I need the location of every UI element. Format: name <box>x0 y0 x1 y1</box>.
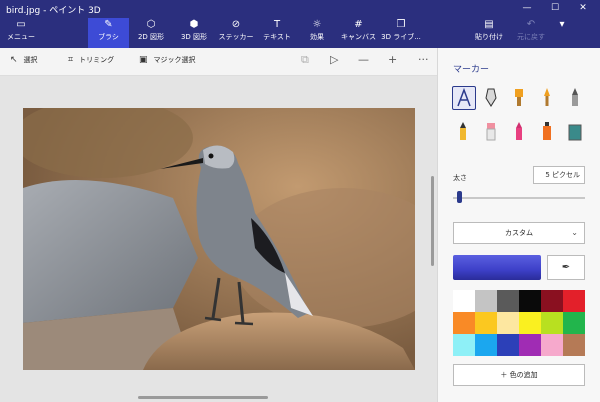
color-swatch[interactable] <box>541 334 563 356</box>
tab-2d-shapes[interactable]: ⬡ 2D 図形 <box>130 18 172 48</box>
watercolor-brush-button[interactable] <box>536 86 560 110</box>
tab-text[interactable]: T テキスト <box>257 18 297 48</box>
tab-stickers[interactable]: ⊘ ステッカー <box>215 18 257 48</box>
eraser-button[interactable] <box>480 120 504 144</box>
cursor-icon: ↖ <box>10 55 18 65</box>
effects-icon: ☼ <box>312 19 322 30</box>
current-color-preview[interactable] <box>453 255 541 280</box>
vertical-scrollbar[interactable] <box>431 176 434 266</box>
magic-select-icon: ▣ <box>139 55 148 65</box>
color-swatch[interactable] <box>475 334 497 356</box>
color-swatch[interactable] <box>519 290 541 312</box>
eraser-icon <box>486 123 496 141</box>
tab-effects[interactable]: ☼ 効果 <box>298 18 336 48</box>
watercolor-brush-icon <box>544 88 550 106</box>
undo-icon: ↶ <box>526 19 536 30</box>
color-swatch[interactable] <box>519 334 541 356</box>
history-icon[interactable]: ⧉ <box>301 53 309 67</box>
tab-canvas[interactable]: # キャンバス <box>337 18 380 48</box>
brush-panel: マーカー 太さ 5 ピクセル カスタム ⌄ ✒ ＋ 色の追加 <box>437 48 600 402</box>
3d-library-icon: ❒ <box>396 19 406 30</box>
color-swatch[interactable] <box>453 290 475 312</box>
oil-brush-button[interactable] <box>508 86 532 110</box>
maximize-button[interactable]: ☐ <box>541 0 569 16</box>
more-dropdown-button[interactable]: ▾ <box>555 18 569 48</box>
menu-button[interactable]: ▭ メニュー <box>0 18 42 48</box>
spray-can-icon <box>543 122 551 140</box>
color-swatch[interactable] <box>497 312 519 334</box>
thickness-slider-thumb[interactable] <box>456 191 462 203</box>
bird-photo[interactable] <box>23 108 415 370</box>
crayon-icon <box>516 122 522 140</box>
tool-options-bar: ↖ 選択 ⌗ トリミング ▣ マジック選択 ⧉ ▷ — + ··· <box>0 48 437 76</box>
color-swatch[interactable] <box>497 334 519 356</box>
folder-icon: ▭ <box>16 19 26 30</box>
3d-shapes-icon: ⬢ <box>189 19 199 30</box>
panel-title: マーカー <box>453 65 490 75</box>
calligraphy-pen-icon <box>485 88 497 107</box>
color-swatch[interactable] <box>541 312 563 334</box>
color-palette <box>453 290 585 356</box>
crop-icon: ⌗ <box>68 55 74 65</box>
tab-3d-shapes[interactable]: ⬢ 3D 図形 <box>173 18 215 48</box>
select-button[interactable]: ↖ 選択 <box>10 55 38 65</box>
crayon-button[interactable] <box>508 120 532 144</box>
paste-button[interactable]: ▤ 貼り付け <box>470 18 508 48</box>
thickness-input[interactable]: 5 ピクセル <box>533 166 585 184</box>
2d-shapes-icon: ⬡ <box>146 19 156 30</box>
chevron-down-icon: ▾ <box>559 19 565 30</box>
canvas-icon: # <box>354 19 363 30</box>
thickness-label: 太さ <box>453 174 467 182</box>
color-swatch[interactable] <box>453 334 475 356</box>
add-color-button[interactable]: ＋ 色の追加 <box>453 364 585 386</box>
color-swatch[interactable] <box>497 290 519 312</box>
tab-3d-library[interactable]: ❒ 3D ライブ... <box>380 18 422 48</box>
color-swatch[interactable] <box>519 312 541 334</box>
finish-dropdown[interactable]: カスタム ⌄ <box>453 222 585 244</box>
canvas-area[interactable] <box>0 76 437 402</box>
horizontal-scrollbar[interactable] <box>138 396 268 399</box>
flag-icon[interactable]: ▷ <box>330 53 338 66</box>
marker-brush-button[interactable] <box>452 86 476 110</box>
color-swatch[interactable] <box>453 312 475 334</box>
pencil-icon <box>460 122 466 140</box>
tab-brushes[interactable]: ✎ ブラシ <box>88 18 129 48</box>
oil-brush-icon <box>515 89 523 106</box>
fill-button[interactable] <box>564 120 588 144</box>
bird-image <box>23 108 415 370</box>
undo-button[interactable]: ↶ 元に戻す <box>512 18 550 48</box>
color-swatch[interactable] <box>563 312 585 334</box>
color-swatch[interactable] <box>475 290 497 312</box>
calligraphy-pen-button[interactable] <box>480 86 504 110</box>
fill-bucket-icon <box>568 124 582 141</box>
paste-icon: ▤ <box>484 19 494 30</box>
thickness-slider[interactable] <box>453 197 585 199</box>
chevron-down-icon: ⌄ <box>571 228 578 237</box>
eyedropper-icon: ✒ <box>561 262 571 273</box>
magic-select-button[interactable]: ▣ マジック選択 <box>139 55 196 65</box>
plus-icon: ＋ <box>500 371 510 379</box>
pixel-pen-icon <box>572 88 578 106</box>
color-swatch[interactable] <box>563 290 585 312</box>
pixel-pen-button[interactable] <box>564 86 588 110</box>
pencil-button[interactable] <box>452 120 476 144</box>
color-swatch[interactable] <box>563 334 585 356</box>
marker-icon <box>457 87 471 107</box>
window-title: bird.jpg - ペイント 3D <box>6 6 101 16</box>
stickers-icon: ⊘ <box>231 19 241 30</box>
crop-button[interactable]: ⌗ トリミング <box>68 55 114 65</box>
zoom-in-button[interactable]: + <box>388 53 397 66</box>
title-bar: bird.jpg - ペイント 3D — ☐ ✕ ▭ メニュー ✎ ブラシ ⬡ … <box>0 0 600 48</box>
close-button[interactable]: ✕ <box>569 0 597 16</box>
text-icon: T <box>273 19 281 30</box>
more-options-button[interactable]: ··· <box>418 53 429 66</box>
minimize-button[interactable]: — <box>513 0 541 16</box>
color-swatch[interactable] <box>541 290 563 312</box>
spray-can-button[interactable] <box>536 120 560 144</box>
zoom-out-button[interactable]: — <box>358 53 369 66</box>
brush-icon: ✎ <box>104 19 113 30</box>
eyedropper-button[interactable]: ✒ <box>547 255 585 280</box>
color-swatch[interactable] <box>475 312 497 334</box>
